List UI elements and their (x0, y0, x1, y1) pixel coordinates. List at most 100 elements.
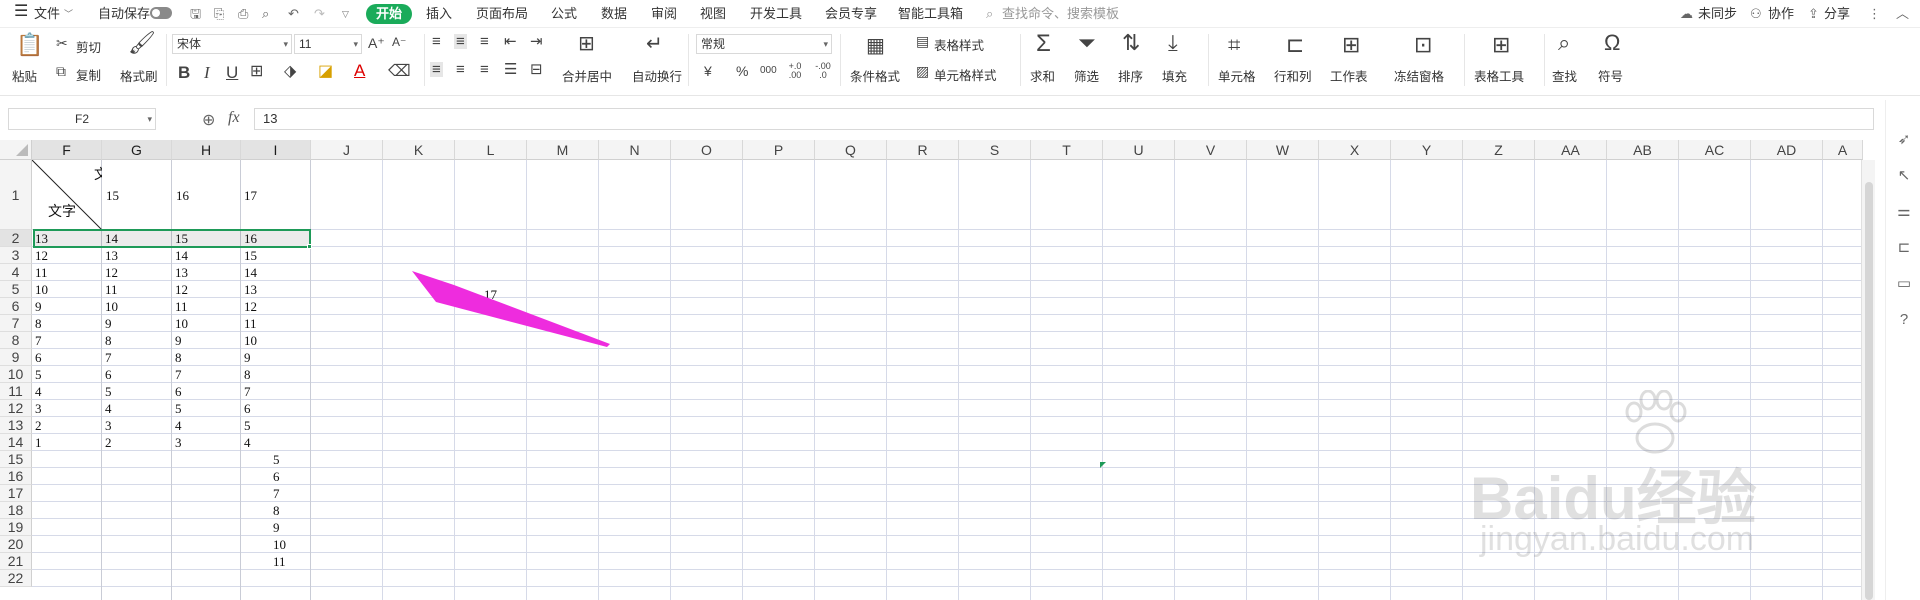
cell-style-icon[interactable]: ▨ (916, 64, 929, 78)
column-header[interactable]: M (527, 140, 599, 160)
data-cell[interactable]: 3 (105, 418, 112, 434)
row-header[interactable]: 8 (0, 332, 32, 349)
wrap-text-button[interactable]: 自动换行 (632, 66, 682, 85)
column-header[interactable]: S (959, 140, 1031, 160)
decimal-increase-icon[interactable]: +.0 .00 (784, 62, 806, 80)
row-header[interactable]: 15 (0, 451, 32, 468)
column-header[interactable]: K (383, 140, 455, 160)
sheet-grid[interactable]: F G H I J K L M N O P Q R S T U V W X Y Z AA AB AC AD A 123456789… (0, 140, 1875, 600)
table-tools-button[interactable]: 表格工具 (1474, 66, 1524, 85)
align-bottom-icon[interactable]: ≡ (480, 34, 489, 49)
autosave-toggle[interactable] (150, 7, 172, 19)
data-cell[interactable]: 6 (273, 469, 280, 485)
data-cell[interactable]: 8 (105, 333, 112, 349)
data-cell[interactable]: 3 (175, 435, 182, 451)
copy-icon[interactable]: ⧉ (56, 64, 66, 78)
column-header[interactable]: AD (1751, 140, 1823, 160)
tab-review[interactable]: 审阅 (651, 4, 677, 24)
archive-icon[interactable]: ▭ (1894, 274, 1914, 294)
row-header[interactable]: 6 (0, 298, 32, 315)
data-cell[interactable]: 6 (175, 384, 182, 400)
pointer-icon[interactable]: ↖ (1894, 166, 1914, 186)
freeze-panes-button[interactable]: 冻结窗格 (1394, 66, 1444, 85)
tab-page-layout[interactable]: 页面布局 (476, 4, 528, 24)
wrap-text-icon[interactable]: ↵ (646, 34, 663, 54)
font-color-icon[interactable]: A (354, 62, 365, 79)
column-header[interactable]: A (1823, 140, 1863, 160)
data-cell[interactable]: 7 (35, 333, 42, 349)
data-cell[interactable]: 14 (244, 265, 257, 281)
column-header[interactable]: P (743, 140, 815, 160)
row-header[interactable]: 19 (0, 519, 32, 536)
data-cell[interactable]: 11 (105, 282, 118, 298)
decimal-decrease-icon[interactable]: -.00 .0 (812, 62, 834, 80)
column-header[interactable]: Q (815, 140, 887, 160)
header-cell-g[interactable]: 15 (106, 188, 119, 204)
bold-icon[interactable]: B (178, 64, 190, 81)
data-cell[interactable]: 5 (35, 367, 42, 383)
sort-icon[interactable]: ⇅ (1122, 32, 1140, 54)
column-header[interactable]: AA (1535, 140, 1607, 160)
data-cell[interactable]: 10 (273, 537, 286, 553)
table-style-icon[interactable]: ▤ (916, 34, 929, 48)
data-cell[interactable]: 7 (105, 350, 112, 366)
column-header[interactable]: I (241, 140, 311, 160)
row-header[interactable]: 11 (0, 383, 32, 400)
collab-button[interactable]: 协作 (1768, 4, 1794, 24)
distributed-icon[interactable]: ⊟ (530, 62, 543, 77)
column-header[interactable]: U (1103, 140, 1175, 160)
scrollbar-thumb[interactable] (1865, 182, 1873, 600)
data-cell[interactable]: 12 (175, 282, 188, 298)
data-cell[interactable]: 8 (175, 350, 182, 366)
selection-border[interactable] (33, 229, 311, 248)
tab-view[interactable]: 视图 (700, 4, 726, 24)
data-cell[interactable]: 13 (105, 248, 118, 264)
print-preview-icon[interactable]: ⌕ (262, 4, 269, 24)
more-icon[interactable]: ⋮ (1868, 4, 1881, 24)
column-header[interactable]: V (1175, 140, 1247, 160)
data-cell[interactable]: 15 (244, 248, 257, 264)
data-cell[interactable]: 6 (35, 350, 42, 366)
data-cell[interactable]: 10 (175, 316, 188, 332)
row-header[interactable]: 3 (0, 247, 32, 264)
cut-button[interactable]: 剪切 (76, 37, 101, 56)
row-header[interactable]: 4 (0, 264, 32, 281)
fill-handle[interactable] (307, 244, 312, 249)
collab-icon[interactable]: ⚇ (1750, 4, 1762, 24)
align-top-icon[interactable]: ≡ (432, 34, 441, 49)
name-box[interactable]: F2 ▾ (8, 108, 156, 130)
column-header[interactable]: F (32, 140, 102, 160)
row-col-icon[interactable]: ⊏ (1286, 34, 1304, 56)
column-header[interactable]: Y (1391, 140, 1463, 160)
worksheet-button[interactable]: 工作表 (1330, 66, 1368, 85)
column-header[interactable]: R (887, 140, 959, 160)
fill-color-icon[interactable]: ◪ (318, 64, 333, 80)
table-tools-icon[interactable]: ⊞ (1492, 34, 1510, 56)
data-cell[interactable]: 11 (273, 554, 286, 570)
number-format-select[interactable]: 常规 ▾ (696, 34, 832, 54)
data-cell[interactable]: 14 (175, 248, 188, 264)
font-shrink-icon[interactable]: A⁻ (392, 36, 406, 48)
save-icon[interactable]: 🖫 (190, 4, 201, 24)
tab-insert[interactable]: 插入 (426, 4, 452, 24)
align-middle-icon[interactable]: ≡ (454, 34, 467, 49)
data-cell[interactable]: 11 (35, 265, 48, 281)
data-cell[interactable]: 6 (105, 367, 112, 383)
undo-icon[interactable]: ↶ (288, 4, 299, 24)
share-button[interactable]: 分享 (1824, 4, 1850, 24)
paste-icon[interactable]: 📋 (16, 34, 43, 56)
chevron-down-icon[interactable]: ﹀ (64, 4, 73, 24)
command-search-input[interactable]: 查找命令、搜索模板 (1002, 4, 1119, 24)
format-painter-icon[interactable]: 🖌 (128, 32, 156, 54)
data-cell[interactable]: 5 (105, 384, 112, 400)
tab-smart-toolbox[interactable]: 智能工具箱 (898, 4, 963, 24)
data-cell[interactable]: 4 (175, 418, 182, 434)
data-cell[interactable]: 12 (244, 299, 257, 315)
column-header[interactable]: O (671, 140, 743, 160)
share-icon[interactable]: ⇪ (1808, 4, 1819, 24)
data-cell[interactable]: 5 (244, 418, 251, 434)
find-button[interactable]: 查找 (1552, 66, 1577, 85)
data-cell[interactable]: 7 (273, 486, 280, 502)
data-cell[interactable]: 6 (244, 401, 251, 417)
font-size-select[interactable]: 11 ▾ (294, 34, 362, 54)
